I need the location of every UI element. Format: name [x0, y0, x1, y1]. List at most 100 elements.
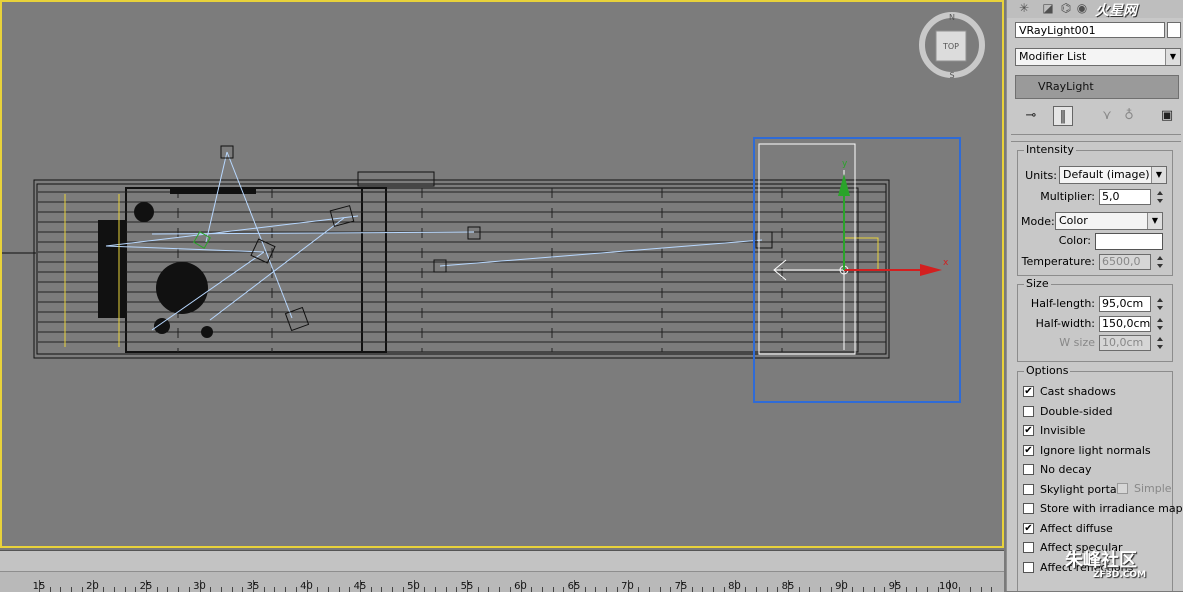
y-axis-label: y [842, 159, 848, 169]
stack-toolbar: ⊸ ‖ ⋎ ♁ ▣ [1015, 106, 1179, 128]
timeline-minor-tick [927, 587, 929, 592]
viewcube-top-label: TOP [942, 42, 959, 51]
option-checkbox[interactable] [1023, 561, 1034, 573]
timeline-minor-tick [402, 587, 404, 592]
timeline-tick-label: 85 [781, 581, 795, 592]
timeline-minor-tick [691, 587, 693, 592]
timeline-minor-tick [178, 587, 180, 592]
multiplier-field[interactable]: 5,0 [1099, 189, 1151, 205]
option-checkbox[interactable]: ✔ [1023, 444, 1034, 456]
time-track[interactable] [0, 551, 1004, 572]
half-width-field[interactable]: 150,0cm [1099, 316, 1151, 332]
show-end-result-icon[interactable]: ‖ [1053, 106, 1073, 126]
option-label: Ignore light normals [1040, 443, 1151, 457]
configure-modifier-sets-icon[interactable]: ▣ [1157, 106, 1177, 126]
timeline-tick-label: 25 [139, 581, 153, 592]
modify-icon[interactable]: ◪ [1039, 0, 1057, 16]
units-dropdown[interactable]: Default (image) ▼ [1059, 166, 1167, 184]
timeline-tick-label: 50 [407, 581, 420, 592]
color-swatch[interactable] [1095, 233, 1163, 250]
scene-canvas[interactable]: x y TOP N S [2, 2, 1006, 550]
modifier-list-dropdown[interactable]: Modifier List ▼ [1015, 48, 1181, 66]
timeline-minor-tick [809, 587, 811, 592]
timeline-tick-label: 95 [888, 581, 902, 592]
chevron-down-icon: ▼ [1151, 167, 1166, 183]
timeline-tick-label: 80 [728, 581, 741, 592]
pin-stack-icon[interactable]: ⊸ [1021, 106, 1041, 126]
half-length-label: Half-length: [1030, 297, 1095, 310]
object-color-swatch[interactable] [1167, 22, 1181, 38]
option-label: Skylight portal [1040, 482, 1120, 496]
timeline-minor-tick [638, 587, 640, 592]
units-value: Default (image) [1063, 168, 1150, 181]
stack-item-vraylight[interactable]: VRayLight [1038, 80, 1094, 93]
remove-modifier-icon[interactable]: ♁ [1119, 106, 1139, 126]
timeline-minor-tick [884, 587, 886, 592]
option-checkbox[interactable] [1023, 503, 1034, 514]
timeline-minor-tick [349, 587, 351, 592]
half-width-spinner[interactable] [1157, 317, 1164, 331]
option-checkbox[interactable]: ✔ [1023, 386, 1034, 397]
make-unique-icon[interactable]: ⋎ [1097, 106, 1117, 126]
timeline-minor-tick [71, 587, 73, 592]
viewcube[interactable]: TOP N S [919, 12, 985, 80]
timeline-minor-tick [670, 587, 672, 592]
modifier-list-label: Modifier List [1019, 50, 1087, 63]
temperature-spinner[interactable] [1157, 255, 1164, 269]
timeline-minor-tick [648, 587, 650, 592]
timeline-minor-tick [220, 587, 222, 592]
create-icon[interactable]: ✳ [1015, 0, 1033, 16]
top-viewport[interactable]: x y TOP N S [0, 0, 1004, 548]
timeline-minor-tick [980, 587, 982, 592]
time-slider-ruler[interactable]: 15 20 25 30 35 40 45 50 55 60 65 70 75 80 85 90 95 100 [0, 550, 1004, 592]
timeline-tick-label: 55 [460, 581, 474, 592]
option-checkbox[interactable] [1023, 405, 1034, 417]
motion-icon[interactable]: ◉ [1073, 0, 1091, 16]
timeline-tick-label: 75 [674, 581, 688, 592]
timeline-minor-tick [852, 587, 854, 592]
timeline-minor-tick [541, 587, 543, 592]
timeline-minor-tick [338, 587, 340, 592]
option-checkbox[interactable] [1023, 542, 1034, 553]
w-size-spinner[interactable] [1157, 336, 1164, 350]
light-gizmos[interactable] [193, 145, 773, 332]
half-length-spinner[interactable] [1157, 297, 1164, 311]
half-length-field[interactable]: 95,0cm [1099, 296, 1151, 312]
timeline-minor-tick [274, 587, 276, 592]
timeline-minor-tick [381, 587, 383, 592]
option-checkbox[interactable]: ✔ [1023, 425, 1034, 436]
option-label: Invisible [1040, 424, 1086, 437]
object-name-field[interactable]: VRayLight001 [1015, 22, 1165, 38]
timeline-minor-tick [595, 587, 597, 592]
command-panel: ✳ ◪ ⌬ ◉ 火星网 VRayLight001 Modifier List ▼… [1006, 0, 1183, 591]
timeline-minor-tick [60, 587, 62, 592]
timeline-minor-tick [862, 587, 864, 592]
timeline-minor-tick [392, 587, 394, 592]
watermark-subtext: ZF3D.COM [1093, 570, 1147, 580]
timeline-minor-tick [959, 587, 961, 592]
option-checkbox[interactable] [1023, 464, 1034, 475]
option-checkbox[interactable]: ✔ [1023, 522, 1034, 534]
multiplier-spinner[interactable] [1157, 190, 1164, 204]
simple-checkbox[interactable] [1117, 483, 1128, 494]
size-title: Size [1024, 277, 1051, 290]
w-size-field[interactable]: 10,0cm [1099, 335, 1151, 351]
timeline-minor-tick [81, 587, 83, 592]
intensity-title: Intensity [1024, 143, 1076, 156]
option-label: Affect diffuse [1040, 521, 1113, 535]
timeline-minor-tick [242, 587, 244, 592]
option-checkbox[interactable] [1023, 483, 1034, 495]
temperature-field[interactable]: 6500,0 [1099, 254, 1151, 270]
modifier-stack[interactable]: VRayLight [1015, 75, 1179, 99]
timeline-minor-tick [263, 587, 265, 592]
timeline-minor-tick [49, 587, 51, 592]
timeline-minor-tick [434, 587, 436, 592]
furniture-objects [98, 188, 256, 338]
timeline-tick-label: 65 [567, 581, 581, 592]
timeline-minor-tick [317, 587, 319, 592]
panel-divider [1011, 134, 1181, 135]
timeline-minor-tick [456, 587, 458, 592]
timeline-minor-tick [488, 587, 490, 592]
timeline-tick-label: 90 [835, 581, 848, 592]
mode-dropdown[interactable]: Color ▼ [1055, 212, 1163, 230]
